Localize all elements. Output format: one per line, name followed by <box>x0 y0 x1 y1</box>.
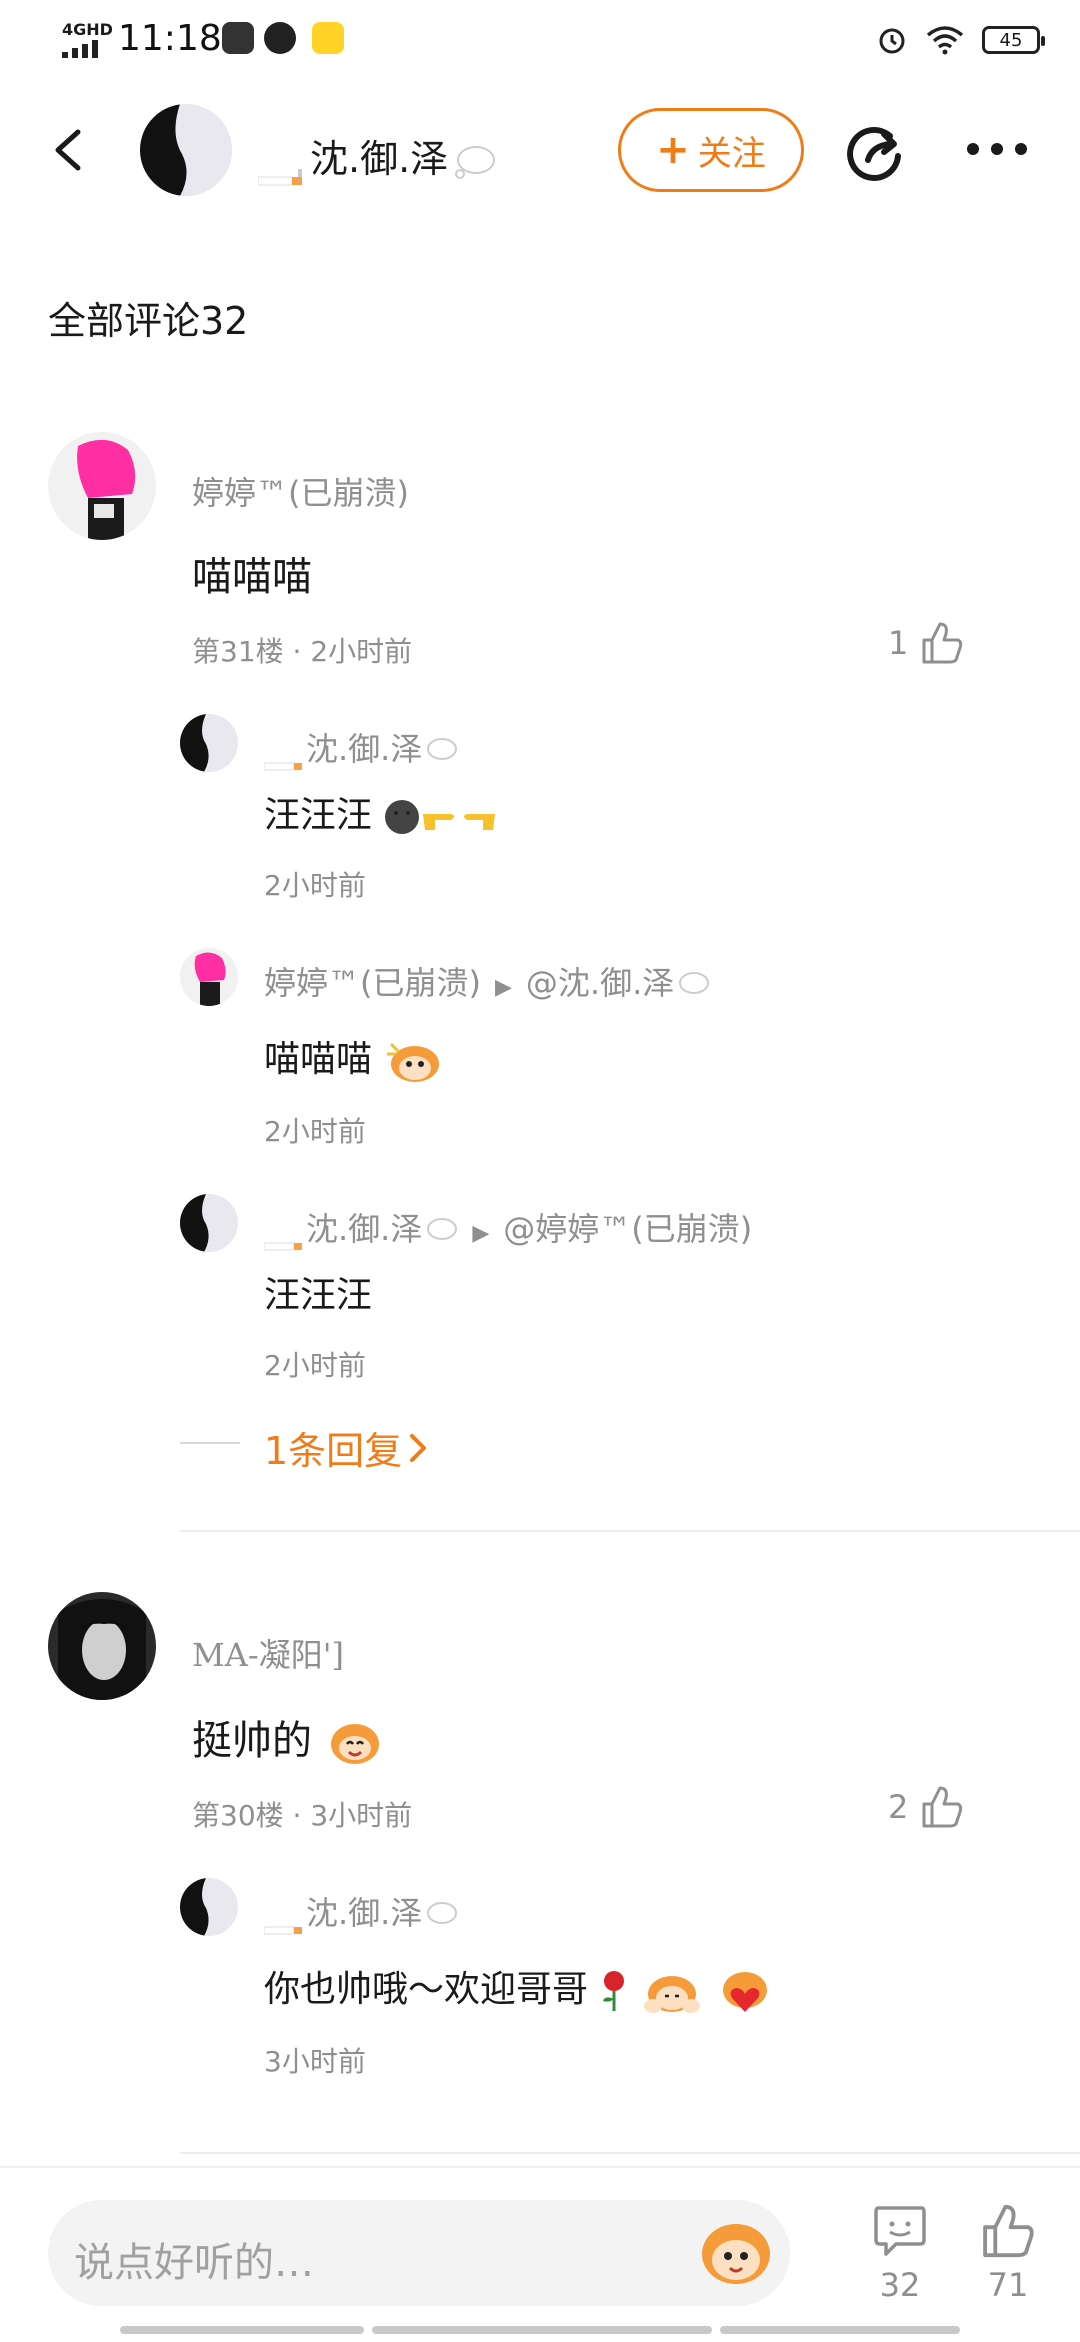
reply-author[interactable]: 婷婷™(已崩溃) ▶ @沈.御.泽 <box>264 958 710 1004</box>
tiktok-notification-icon <box>264 22 296 54</box>
like-count-button[interactable]: 71 <box>978 2204 1038 2304</box>
comment-input[interactable]: 说点好听的… <box>48 2200 790 2306</box>
comment-divider <box>180 2152 1080 2154</box>
reply-arrow-icon: ▶ <box>494 975 512 1000</box>
comment-text: 喵喵喵 <box>192 554 312 600</box>
dark-moon-face-icon <box>383 798 421 836</box>
monkey-sticker-icon <box>383 1036 445 1086</box>
thought-bubble-icon <box>422 1216 458 1246</box>
comment-divider <box>180 1530 1080 1532</box>
comment-input-placeholder: 说点好听的… <box>74 2240 314 2286</box>
comment-meta: 第30楼 · 3小时前 <box>192 1799 413 1832</box>
chevron-right-icon <box>410 1433 427 1462</box>
emoji-picker-icon[interactable] <box>696 2212 776 2292</box>
alarm-icon <box>879 28 905 54</box>
plus-icon: + <box>656 127 690 173</box>
app-notification-icon <box>222 22 254 54</box>
share-icon[interactable] <box>846 124 906 184</box>
thought-bubble-icon <box>674 970 710 1000</box>
comment-count-button[interactable]: 32 <box>870 2204 930 2304</box>
bottom-bar: 说点好听的… 32 71 <box>0 2166 1080 2342</box>
pointing-right-icon <box>421 802 459 832</box>
more-options-icon[interactable] <box>964 140 1030 158</box>
thumbs-up-icon <box>922 622 963 664</box>
cigarette-icon <box>263 1906 306 1935</box>
like-count: 71 <box>987 2266 1029 2304</box>
gesture-bar-right <box>720 2326 960 2334</box>
like-button[interactable]: 2 <box>888 1786 964 1828</box>
header-username[interactable]: 沈.御.泽 <box>257 128 496 185</box>
comment-meta: 第31楼 · 2小时前 <box>192 635 413 668</box>
reply-avatar[interactable] <box>180 714 238 772</box>
commenter-avatar[interactable] <box>48 432 156 540</box>
heart-monkey-sticker-icon <box>714 1966 776 2016</box>
comment-text: 挺帅的 <box>192 1708 385 1768</box>
reply-author[interactable]: 沈.御.泽 <box>263 724 458 771</box>
gesture-bar-middle <box>372 2326 712 2334</box>
reply-time: 2小时前 <box>264 1349 366 1382</box>
battery-indicator: 45 <box>982 26 1045 54</box>
comment-icon <box>874 2206 926 2256</box>
more-replies-link[interactable]: 1条回复 <box>264 1420 428 1475</box>
thought-bubble-icon <box>452 144 496 180</box>
reply-text: 喵喵喵 <box>264 1030 445 1086</box>
reply-time: 2小时前 <box>264 1115 366 1148</box>
thumbs-up-icon <box>922 1786 963 1828</box>
status-bar: 4GHD 11:18 45 <box>0 0 1080 80</box>
reply-author[interactable]: 沈.御.泽 ▶ @婷婷™(已崩溃) <box>263 1204 752 1251</box>
thumbs-up-icon <box>983 2204 1034 2258</box>
thought-bubble-icon <box>422 1900 458 1930</box>
follow-button[interactable]: + 关注 <box>618 108 804 192</box>
cigarette-icon <box>257 152 306 185</box>
signal-icon <box>62 40 98 58</box>
section-title: 全部评论32 <box>48 299 249 343</box>
reply-text: 汪汪汪 <box>264 1275 373 1316</box>
like-button[interactable]: 1 <box>888 622 964 664</box>
kuaishou-notification-icon <box>312 22 344 54</box>
laughing-monkey-sticker-icon <box>325 1718 385 1768</box>
commenter-avatar[interactable] <box>48 1592 156 1700</box>
reply-time: 2小时前 <box>264 869 366 902</box>
network-indicator: 4GHD <box>62 20 113 39</box>
reply-time: 3小时前 <box>264 2045 366 2078</box>
more-replies-line <box>180 1442 240 1444</box>
cigarette-icon <box>263 742 306 771</box>
status-time: 11:18 <box>118 18 222 59</box>
back-arrow-icon[interactable] <box>52 128 84 172</box>
cigarette-icon <box>263 1222 306 1251</box>
reply-text: 你也帅哦～欢迎哥哥 <box>264 1960 776 2016</box>
reply-avatar[interactable] <box>180 1194 238 1252</box>
commenter-name[interactable]: MA-凝阳'] <box>192 1630 344 1676</box>
gesture-bar-left <box>120 2326 364 2334</box>
reply-avatar[interactable] <box>180 948 238 1006</box>
thought-bubble-icon <box>422 736 458 766</box>
reply-arrow-icon: ▶ <box>472 1221 490 1246</box>
header-avatar[interactable] <box>140 104 232 196</box>
commenter-name[interactable]: 婷婷™(已崩溃) <box>192 468 409 514</box>
rose-icon <box>599 1969 629 2013</box>
pointing-left-icon <box>459 802 497 832</box>
reply-text: 汪汪汪 <box>264 786 497 838</box>
comment-count: 32 <box>879 2266 921 2304</box>
reply-author[interactable]: 沈.御.泽 <box>263 1888 458 1935</box>
wifi-icon <box>926 26 964 55</box>
shy-monkey-sticker-icon <box>641 1966 703 2016</box>
reply-avatar[interactable] <box>180 1878 238 1936</box>
